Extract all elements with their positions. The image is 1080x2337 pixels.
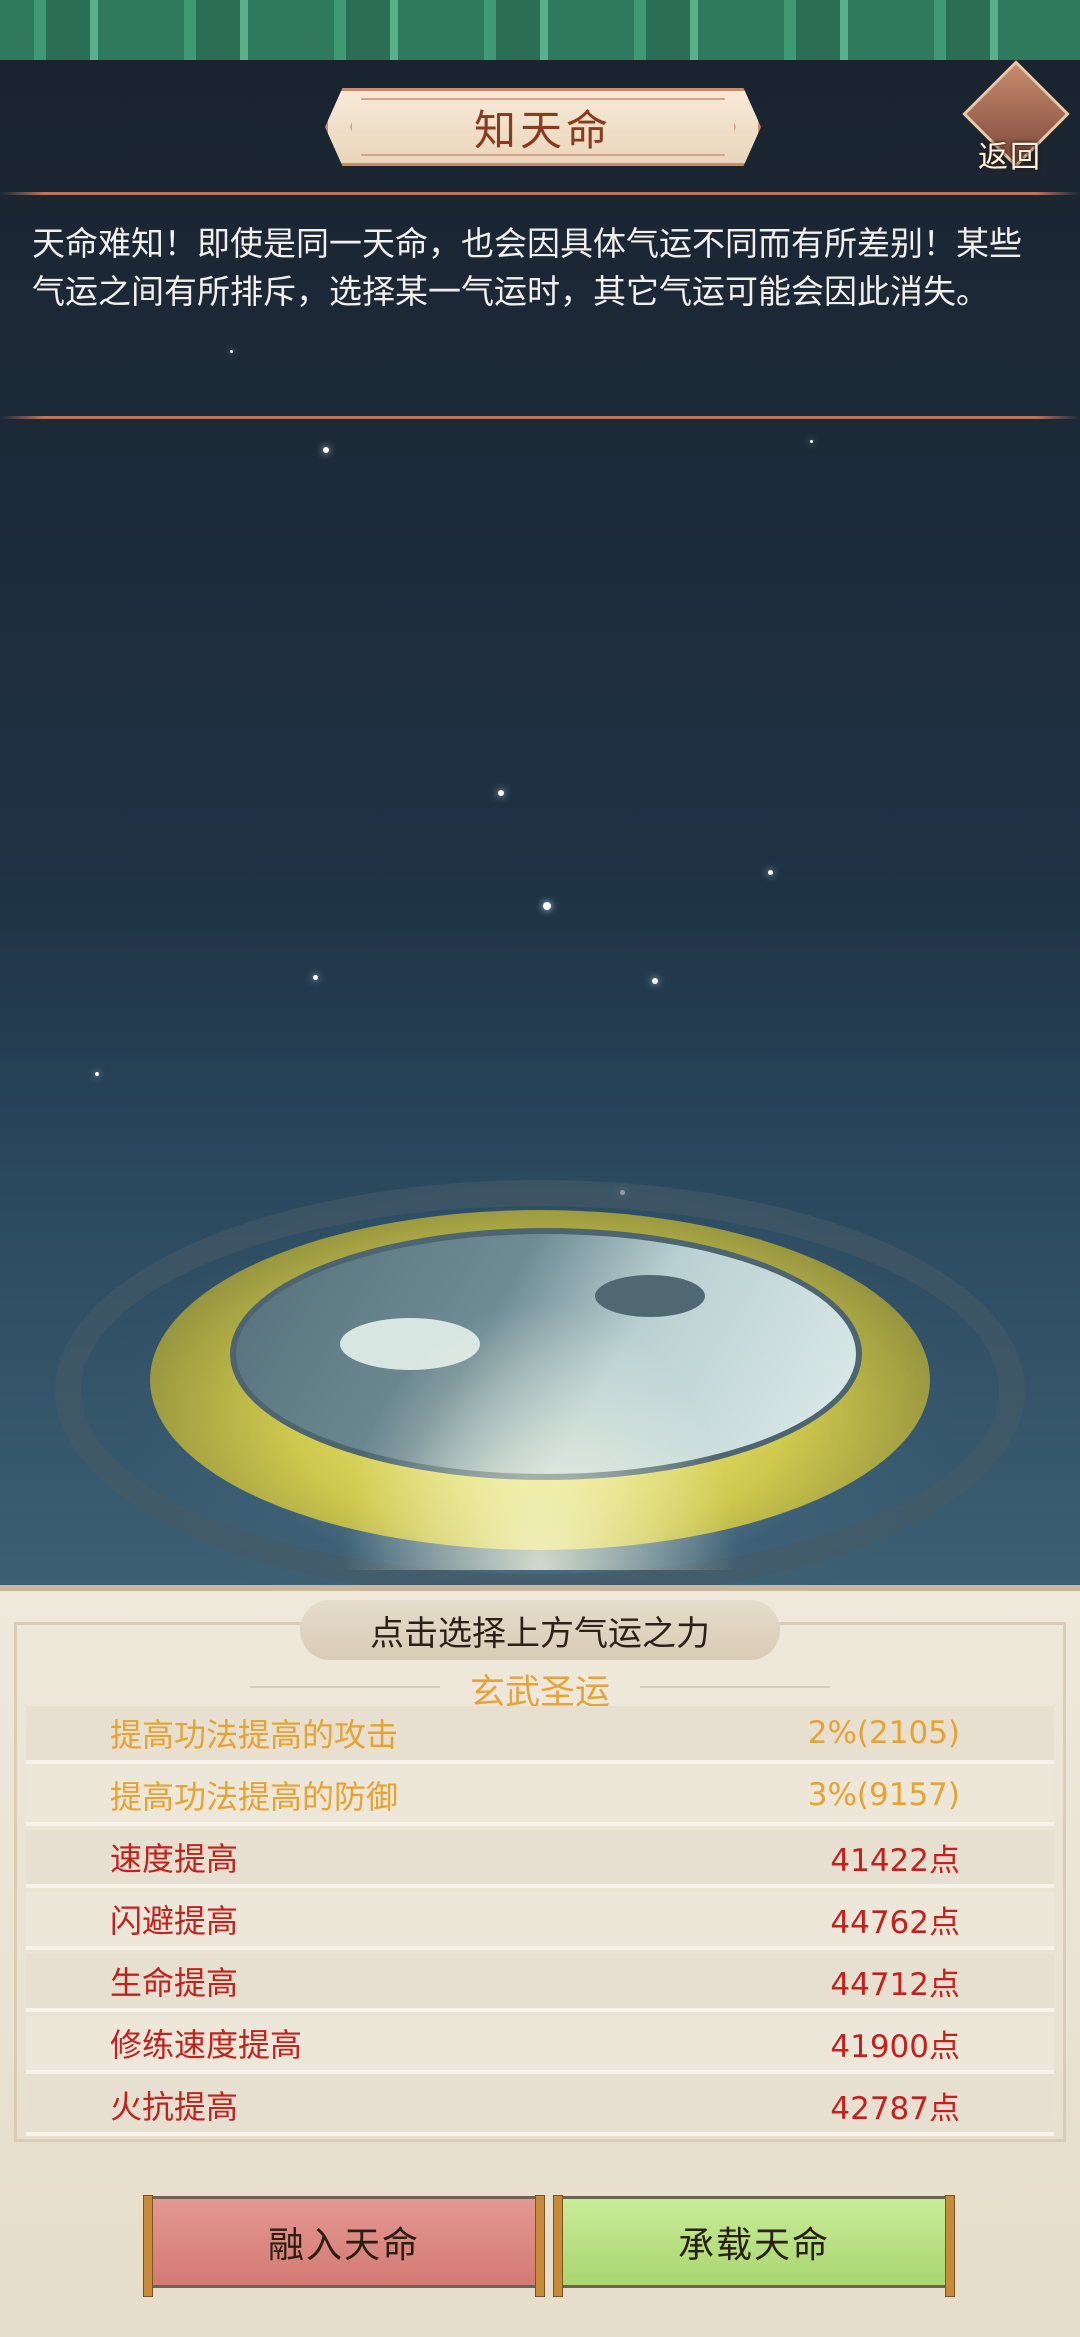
attribute-value: 3%(9157): [807, 1777, 960, 1813]
panel-header-text: 点击选择上方气运之力: [370, 1613, 710, 1654]
attribute-name: 修练速度提高: [110, 2026, 303, 2064]
attribute-name: 提高功法提高的防御: [110, 1778, 399, 1816]
attribute-value: 41900点: [830, 2028, 960, 2065]
star: [323, 447, 329, 453]
merge-destiny-label: 融入天命: [267, 2225, 420, 2266]
back-button[interactable]: 返回: [962, 60, 1070, 176]
description-text: 天命难知！即使是同一天命，也会因具体气运不同而有所差别！某些气运之间有所排斥，选…: [32, 224, 1022, 311]
attribute-value: 41422点: [830, 1842, 960, 1879]
attribute-value: 42787点: [830, 2090, 960, 2127]
light-rays: [340, 1300, 740, 1570]
attribute-row[interactable]: 速度提高 41422点: [26, 1830, 1054, 1888]
attribute-row[interactable]: 闪避提高 44762点: [26, 1892, 1054, 1950]
page-title: 知天命: [473, 105, 612, 155]
star: [543, 902, 551, 910]
star: [230, 350, 233, 353]
attribute-row[interactable]: 提高功法提高的攻击 2%(2105): [26, 1706, 1054, 1764]
attribute-name: 速度提高: [110, 1840, 239, 1878]
attribute-row[interactable]: 火抗提高 42787点: [26, 2078, 1054, 2136]
button-cap-right: [535, 2195, 545, 2297]
attribute-name: 闪避提高: [110, 1902, 239, 1940]
star: [95, 1072, 99, 1076]
divider-top: [0, 192, 1080, 195]
carry-destiny-button[interactable]: 承载天命: [553, 2195, 955, 2297]
star: [498, 790, 504, 796]
attribute-row[interactable]: 生命提高 44712点: [26, 1954, 1054, 2012]
attribute-value: 44762点: [830, 1904, 960, 1941]
attribute-value: 44712点: [830, 1966, 960, 2003]
divider-mid: [0, 416, 1080, 419]
button-cap-left: [143, 2195, 153, 2297]
star: [313, 975, 318, 980]
merge-destiny-button[interactable]: 融入天命: [143, 2195, 545, 2297]
back-label: 返回: [978, 140, 1042, 175]
attribute-name: 火抗提高: [110, 2088, 239, 2126]
button-cap-right: [945, 2195, 955, 2297]
star: [652, 978, 658, 984]
attribute-value: 2%(2105): [807, 1715, 960, 1751]
button-cap-left: [553, 2195, 563, 2297]
carry-destiny-label: 承载天命: [677, 2225, 830, 2266]
attribute-row[interactable]: 提高功法提高的防御 3%(9157): [26, 1768, 1054, 1826]
attribute-name: 提高功法提高的攻击: [110, 1716, 399, 1754]
attribute-name: 生命提高: [110, 1964, 239, 2002]
star: [768, 870, 773, 875]
title-plaque: 知天命: [325, 88, 761, 166]
star: [810, 440, 813, 443]
top-banner: [0, 0, 1080, 62]
panel-header: 点击选择上方气运之力: [300, 1600, 780, 1660]
attribute-row[interactable]: 修练速度提高 41900点: [26, 2016, 1054, 2074]
